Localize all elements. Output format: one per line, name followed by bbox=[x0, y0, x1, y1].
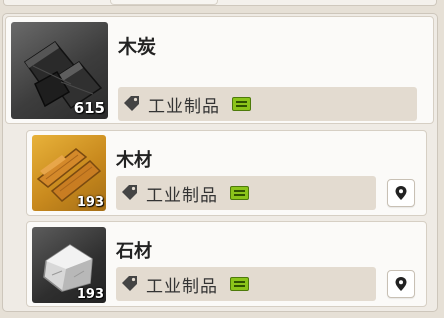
location-pin-icon bbox=[395, 186, 407, 200]
wood-icon: 193 bbox=[32, 135, 106, 211]
category-label: 工业制品 bbox=[146, 185, 218, 206]
category-tag: 工业制品 bbox=[118, 87, 417, 121]
green-badge-icon bbox=[232, 97, 251, 111]
product-card[interactable]: 615 木炭 工业制品 bbox=[5, 16, 434, 124]
tag-icon bbox=[122, 276, 137, 291]
item-name: 木材 bbox=[116, 150, 152, 171]
quantity-label: 193 bbox=[76, 195, 104, 210]
tag-icon bbox=[122, 185, 137, 200]
category-tag: 工业制品 bbox=[116, 267, 376, 301]
ingredient-card-stone[interactable]: 193 石材 工业制品 bbox=[26, 221, 427, 307]
ingredient-card-wood[interactable]: 193 木材 工业制品 bbox=[26, 130, 427, 216]
tag-icon bbox=[124, 96, 139, 111]
item-name: 石材 bbox=[116, 241, 152, 262]
category-label: 工业制品 bbox=[146, 276, 218, 297]
locate-button[interactable] bbox=[387, 179, 415, 207]
previous-card-tab bbox=[110, 0, 218, 5]
recipe-panel: 615 木炭 工业制品 193 木材 工业制品 193 石材 工业制品 bbox=[2, 13, 438, 312]
stone-icon: 193 bbox=[32, 227, 106, 303]
location-pin-icon bbox=[395, 277, 407, 291]
quantity-label: 615 bbox=[73, 99, 105, 117]
previous-card-edge bbox=[3, 0, 437, 6]
green-badge-icon bbox=[230, 277, 249, 291]
green-badge-icon bbox=[230, 186, 249, 200]
charcoal-icon: 615 bbox=[11, 22, 108, 119]
category-tag: 工业制品 bbox=[116, 176, 376, 210]
item-name: 木炭 bbox=[118, 36, 157, 58]
locate-button[interactable] bbox=[387, 270, 415, 298]
category-label: 工业制品 bbox=[148, 96, 220, 117]
quantity-label: 193 bbox=[76, 287, 104, 302]
